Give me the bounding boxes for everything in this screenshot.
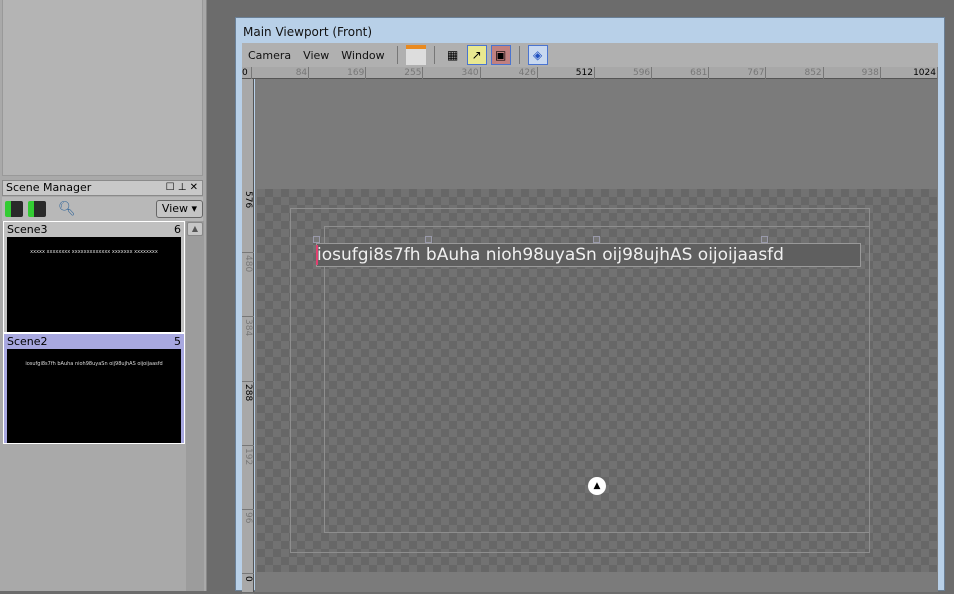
text-object-content: iosufgi8s7fh bAuha nioh98uyaSn oij98ujhA… (317, 245, 784, 265)
ruler-tick: 0 (242, 574, 254, 594)
ruler-label: 96 (243, 512, 253, 524)
ruler-label: 192 (243, 447, 253, 465)
ruler-tick: 96 (242, 510, 254, 575)
add-scene-icon[interactable] (5, 201, 23, 217)
view-dropdown[interactable]: View ▾ (156, 200, 203, 218)
snap-icon[interactable]: ↗ (466, 45, 487, 65)
search-icon[interactable]: 🔍︎ (58, 201, 76, 217)
resize-handle[interactable] (313, 236, 320, 243)
scene-preview-text: xxxxx xxxxxxxx xxxxxxxxxxxxx xxxxxxx xxx… (30, 249, 158, 255)
add-scene-copy-icon[interactable] (28, 201, 46, 217)
ruler-tick: 852 (767, 67, 824, 79)
scene-count: 5 (174, 335, 181, 348)
ruler-tick: 512 (538, 67, 595, 79)
scene-count: 6 (174, 223, 181, 236)
ruler-tick: 426 (481, 67, 538, 79)
ruler-tick: 681 (652, 67, 710, 79)
scene-manager-toolbar: 🔍︎ View ▾ (2, 197, 203, 221)
upper-panel (2, 0, 203, 176)
scene-thumbnail: iosufgi8s7fh bAuha nioh98uyaSn oij98ujhA… (7, 349, 181, 443)
separator (396, 46, 398, 64)
ruler-label: 0 (243, 576, 253, 582)
main-viewport-window: Main Viewport (Front) Camera View Window… (235, 17, 945, 594)
menu-window[interactable]: Window (335, 49, 390, 62)
ruler-tick: 192 (242, 446, 254, 510)
separator (518, 46, 520, 64)
ruler-label: 288 (243, 383, 253, 401)
properties-icon[interactable] (405, 45, 426, 65)
resize-handle[interactable] (761, 236, 768, 243)
text-object[interactable]: iosufgi8s7fh bAuha nioh98uyaSn oij98ujhA… (316, 243, 861, 267)
scene-manager-title: Scene Manager (6, 181, 92, 194)
ruler-tick: 384 (242, 317, 254, 382)
resize-handle[interactable] (425, 236, 432, 243)
viewport-canvas[interactable]: iosufgi8s7fh bAuha nioh98uyaSn oij98ujhA… (255, 79, 938, 592)
ruler-tick: 255 (366, 67, 424, 79)
ruler-tick: 767 (709, 67, 767, 79)
horizontal-ruler: 0 84 169 255 340 426 512 596 681 767 852 938 1024 (242, 67, 938, 79)
ruler-tick: 0 (242, 67, 252, 79)
ruler-tick: 938 (824, 67, 881, 79)
left-dock: Scene Manager ☐ ⊥ ✕ 🔍︎ View ▾ Scene3 6 xx… (0, 0, 207, 591)
scene-item-selected[interactable]: Scene2 5 iosufgi8s7fh bAuha nioh98uyaSn o… (3, 333, 185, 444)
pivot-icon[interactable]: ▲ (588, 477, 606, 495)
menu-view[interactable]: View (297, 49, 335, 62)
scene-list-scrollbar[interactable]: ▲ (186, 221, 204, 591)
ruler-label: 480 (243, 255, 253, 273)
scene-name: Scene2 (7, 335, 48, 348)
ruler-tick: 596 (595, 67, 653, 79)
panel-controls[interactable]: ☐ ⊥ ✕ (166, 181, 198, 195)
viewport-title: Main Viewport (Front) (243, 25, 373, 39)
text-cursor (316, 245, 318, 265)
resize-handle[interactable] (593, 236, 600, 243)
ruler-tick: 169 (309, 67, 367, 79)
view-label: View (161, 202, 189, 215)
viewport-menubar: Camera View Window ▦ ↗ ▣ ◈ (242, 43, 938, 67)
separator (433, 46, 435, 64)
scene-name: Scene3 (7, 223, 48, 236)
scroll-up-button[interactable]: ▲ (187, 222, 203, 236)
scene-preview-text: iosufgi8s7fh bAuha nioh98uyaSn oij98ujhA… (25, 361, 163, 367)
ruler-tick: 1024 (881, 67, 938, 79)
ruler-tick: 576 (242, 189, 254, 254)
ruler-label: 384 (243, 319, 253, 337)
scene-manager-titlebar: Scene Manager ☐ ⊥ ✕ (2, 180, 203, 196)
preview-icon[interactable]: ▣ (490, 45, 511, 65)
ruler-tick: 340 (424, 67, 481, 79)
scene-thumbnail: xxxxx xxxxxxxx xxxxxxxxxxxxx xxxxxxx xxx… (7, 237, 181, 332)
grid-icon[interactable]: ▦ (443, 45, 463, 65)
menu-camera[interactable]: Camera (242, 49, 297, 62)
ruler-tick: 288 (242, 382, 254, 446)
ruler-tick: 84 (252, 67, 310, 79)
vertical-ruler: 576 480 384 288 192 96 0 (242, 79, 254, 594)
ruler-label: 576 (243, 191, 253, 209)
ruler-tick: 480 (242, 253, 254, 318)
scene-item[interactable]: Scene3 6 xxxxx xxxxxxxx xxxxxxxxxxxxx xxx… (3, 221, 185, 333)
center-view-icon[interactable]: ◈ (527, 45, 548, 65)
